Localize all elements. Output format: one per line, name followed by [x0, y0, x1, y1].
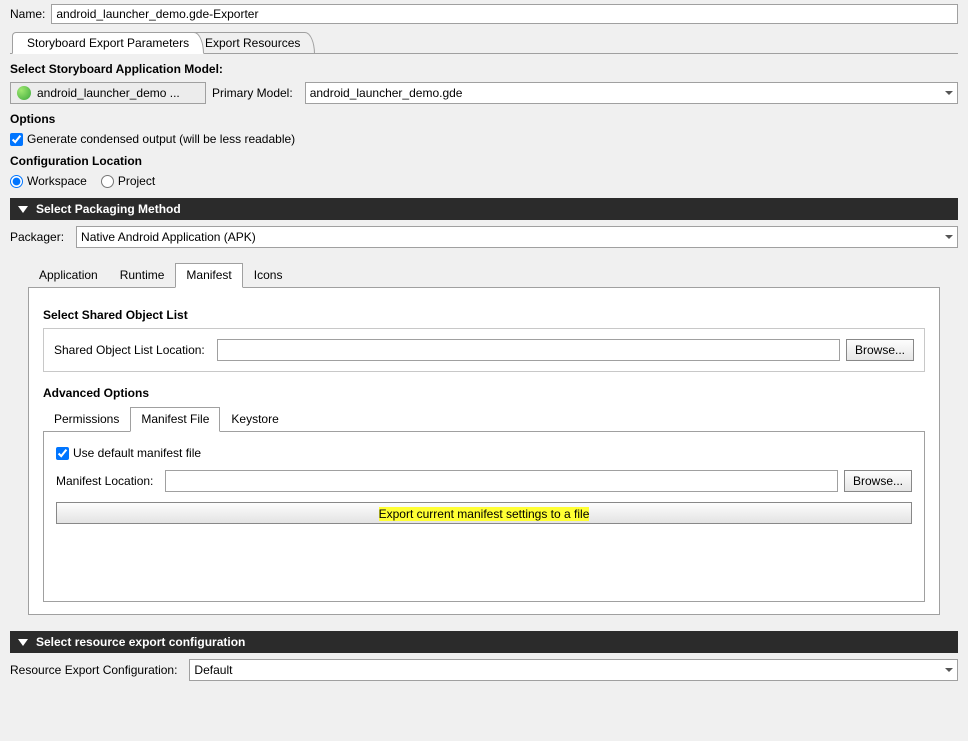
section-title-advanced-options: Advanced Options [43, 386, 925, 400]
section-title-model: Select Storyboard Application Model: [10, 62, 958, 76]
resource-export-config-label: Resource Export Configuration: [10, 663, 177, 677]
tab-permissions[interactable]: Permissions [43, 407, 130, 432]
tab-manifest-file[interactable]: Manifest File [130, 407, 220, 432]
tab-application[interactable]: Application [28, 263, 109, 288]
resource-export-config-value: Default [194, 663, 232, 677]
application-model-text: android_launcher_demo ... [37, 86, 180, 100]
section-title-options: Options [10, 112, 958, 126]
primary-model-select[interactable]: android_launcher_demo.gde [305, 82, 958, 104]
chevron-down-icon [945, 668, 953, 672]
packager-label: Packager: [10, 230, 64, 244]
shared-object-location-label: Shared Object List Location: [54, 343, 205, 357]
condensed-output-label: Generate condensed output (will be less … [27, 132, 295, 146]
export-manifest-button[interactable]: Export current manifest settings to a fi… [56, 502, 912, 524]
section-bar-packaging[interactable]: Select Packaging Method [10, 198, 958, 220]
radio-workspace-label: Workspace [27, 174, 87, 188]
condensed-output-row[interactable]: Generate condensed output (will be less … [10, 132, 958, 146]
radio-project-label: Project [118, 174, 155, 188]
section-bar-packaging-label: Select Packaging Method [36, 202, 181, 216]
tab-export-resources[interactable]: Export Resources [190, 32, 315, 54]
tab-icons[interactable]: Icons [243, 263, 294, 288]
chevron-down-icon [945, 91, 953, 95]
tab-keystore[interactable]: Keystore [220, 407, 289, 432]
application-model-dropdown[interactable]: android_launcher_demo ... [10, 82, 206, 104]
packager-value: Native Android Application (APK) [81, 230, 256, 244]
storyboard-icon [17, 86, 31, 100]
shared-object-browse-button[interactable]: Browse... [846, 339, 914, 361]
disclosure-triangle-icon [18, 206, 28, 213]
packaging-tab-strip: Application Runtime Manifest Icons [28, 262, 940, 288]
tab-manifest[interactable]: Manifest [175, 263, 242, 288]
section-title-config-location: Configuration Location [10, 154, 958, 168]
radio-project-row[interactable]: Project [101, 174, 155, 188]
use-default-manifest-label: Use default manifest file [73, 446, 201, 460]
name-label: Name: [10, 7, 45, 21]
radio-workspace-row[interactable]: Workspace [10, 174, 87, 188]
use-default-manifest-row[interactable]: Use default manifest file [56, 446, 912, 460]
section-title-shared-object: Select Shared Object List [43, 308, 925, 322]
export-manifest-button-label: Export current manifest settings to a fi… [379, 507, 590, 521]
condensed-output-checkbox[interactable] [10, 133, 23, 146]
section-bar-resource-export-label: Select resource export configuration [36, 635, 245, 649]
primary-model-label: Primary Model: [212, 86, 293, 100]
manifest-location-browse-button[interactable]: Browse... [844, 470, 912, 492]
radio-workspace[interactable] [10, 175, 23, 188]
shared-object-location-input[interactable] [217, 339, 840, 361]
manifest-location-label: Manifest Location: [56, 474, 153, 488]
use-default-manifest-checkbox[interactable] [56, 447, 69, 460]
radio-project[interactable] [101, 175, 114, 188]
chevron-down-icon [945, 235, 953, 239]
disclosure-triangle-icon [18, 639, 28, 646]
packager-select[interactable]: Native Android Application (APK) [76, 226, 958, 248]
advanced-tab-strip: Permissions Manifest File Keystore [43, 406, 925, 432]
primary-model-value: android_launcher_demo.gde [310, 86, 463, 100]
section-bar-resource-export[interactable]: Select resource export configuration [10, 631, 958, 653]
resource-export-config-select[interactable]: Default [189, 659, 958, 681]
top-tab-strip: Storyboard Export Parameters Export Reso… [10, 30, 958, 54]
name-input[interactable] [51, 4, 958, 24]
tab-runtime[interactable]: Runtime [109, 263, 176, 288]
tab-storyboard-export-parameters[interactable]: Storyboard Export Parameters [12, 32, 204, 54]
manifest-location-input[interactable] [165, 470, 838, 492]
